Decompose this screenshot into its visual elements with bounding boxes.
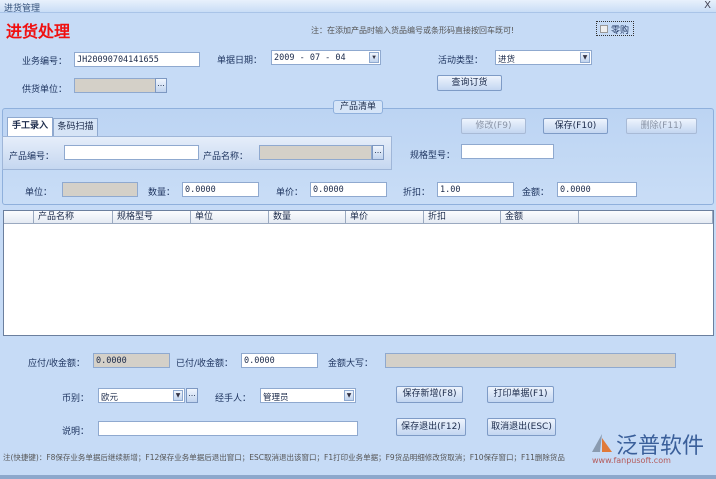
qty-input[interactable]: 0.0000 [182,182,259,197]
date-label: 单据日期： [217,56,263,66]
product-code-label: 产品编号： [9,152,55,162]
paid-label: 已付/收金额： [176,359,234,369]
qty-label: 数量： [148,188,176,198]
page-title: 进货处理 [6,22,71,41]
activity-value: 进货 [498,55,516,65]
tab-barcode-scan[interactable]: 条码扫描 [53,118,98,136]
business-no-input[interactable]: JH20090704141655 [74,52,200,67]
col-blank [579,211,713,224]
hint-note: 注：在添加产品时输入货品编号或条形码直接按回车既可! [311,26,515,35]
chevron-down-icon[interactable]: ▼ [173,390,183,401]
activity-label: 活动类型： [438,56,484,66]
logo-url: www.fanpusoft.com [592,456,671,465]
chevron-down-icon[interactable]: ▼ [369,52,379,63]
payable-input: 0.0000 [93,353,170,368]
title-bar: 进货管理 X [0,0,716,14]
close-button[interactable]: X [704,0,711,11]
col-unit[interactable]: 单位 [191,211,269,224]
product-name-label: 产品名称： [203,152,249,162]
logo-mark-icon [592,434,612,452]
currency-label: 币别： [62,394,90,404]
bottom-border [0,475,716,479]
currency-select[interactable]: 欧元 ▼ [98,388,185,403]
product-grid[interactable]: 产品名称 规格型号 单位 数量 单价 折扣 金额 [3,210,714,336]
supplier-input[interactable] [74,78,156,93]
fanpu-logo: 泛普软件 www.fanpusoft.com [588,428,716,470]
currency-browse-button[interactable]: ... [186,388,198,403]
date-value: 2009 - 07 - 04 [274,53,346,63]
price-input[interactable]: 0.0000 [310,182,387,197]
spec-input[interactable] [461,144,554,159]
handler-label: 经手人： [215,394,252,404]
amount-input[interactable]: 0.0000 [557,182,637,197]
supplier-label: 供货单位： [22,85,68,95]
retail-checkbox[interactable]: 零购 [596,21,634,36]
delete-button[interactable]: 删除(F11) [626,118,697,134]
amount-label: 金额： [522,188,550,198]
product-list-legend: 产品清单 [333,100,383,114]
paid-input[interactable]: 0.0000 [241,353,318,368]
product-browse-button[interactable]: ... [372,145,384,160]
cancel-exit-button[interactable]: 取消退出(ESC) [487,418,556,436]
remark-label: 说明： [62,427,90,437]
col-price[interactable]: 单价 [346,211,424,224]
currency-value: 欧元 [101,393,119,403]
print-button[interactable]: 打印单据(F1) [487,386,554,403]
edit-button[interactable]: 修改(F9) [461,118,526,134]
col-amount[interactable]: 金额 [501,211,579,224]
unit-input[interactable] [62,182,138,197]
window-title: 进货管理 [4,4,41,14]
activity-select[interactable]: 进货 ▼ [495,50,592,65]
business-no-label: 业务编号： [22,57,68,67]
product-code-input[interactable] [64,145,199,160]
product-name-input[interactable] [259,145,372,160]
payable-label: 应付/收金额： [28,359,86,369]
spec-label: 规格型号： [410,151,456,161]
chevron-down-icon[interactable]: ▼ [580,52,590,63]
retail-label: 零购 [611,26,630,36]
chevron-down-icon[interactable]: ▼ [344,390,354,401]
amount-words-input [385,353,676,368]
query-order-button[interactable]: 查询订货 [437,75,502,91]
unit-label: 单位： [25,188,53,198]
handler-value: 管理员 [263,393,289,403]
col-product-name[interactable]: 产品名称 [34,211,113,224]
discount-input[interactable]: 1.00 [437,182,514,197]
save-exit-button[interactable]: 保存退出(F12) [396,418,466,436]
col-spec[interactable]: 规格型号 [113,211,191,224]
price-label: 单价： [276,188,304,198]
date-picker[interactable]: 2009 - 07 - 04 ▼ [271,50,381,65]
col-discount[interactable]: 折扣 [424,211,501,224]
handler-select[interactable]: 管理员 ▼ [260,388,356,403]
discount-label: 折扣： [403,188,431,198]
save-item-button[interactable]: 保存(F10) [543,118,608,134]
remark-input[interactable] [98,421,358,436]
tab-manual-entry[interactable]: 手工录入 [7,117,53,136]
save-new-button[interactable]: 保存新增(F8) [396,386,463,403]
checkbox-box[interactable] [600,25,608,33]
amount-words-label: 金额大写： [328,359,374,369]
col-qty[interactable]: 数量 [269,211,346,224]
supplier-browse-button[interactable]: ... [155,78,167,93]
grid-corner [4,211,34,224]
